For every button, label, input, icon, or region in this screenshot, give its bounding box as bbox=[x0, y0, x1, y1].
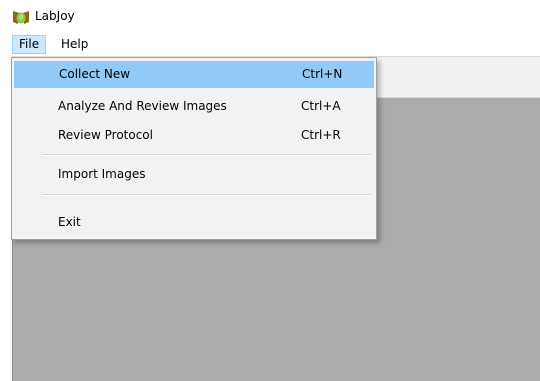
file-dropdown-menu: Collect New Ctrl+N Analyze And Review Im… bbox=[11, 57, 377, 240]
menu-item-shortcut: Ctrl+R bbox=[301, 128, 341, 142]
menu-item-label: Collect New bbox=[59, 67, 131, 81]
menu-item-label: Analyze And Review Images bbox=[58, 99, 227, 113]
menu-item-label: Review Protocol bbox=[58, 128, 153, 142]
menu-separator bbox=[42, 194, 372, 196]
menu-bar: File Help bbox=[0, 33, 540, 56]
menu-item-shortcut: Ctrl+N bbox=[302, 67, 343, 81]
menu-separator bbox=[42, 154, 372, 156]
menu-item-shortcut: Ctrl+A bbox=[301, 99, 341, 113]
labjoy-app-icon bbox=[12, 9, 30, 25]
title-bar: LabJoy bbox=[0, 0, 540, 33]
window-title: LabJoy bbox=[35, 9, 75, 23]
menu-help[interactable]: Help bbox=[55, 35, 94, 54]
menu-item-exit[interactable]: Exit bbox=[14, 209, 374, 236]
menu-item-review-protocol[interactable]: Review Protocol Ctrl+R bbox=[14, 122, 374, 149]
menu-item-import-images[interactable]: Import Images bbox=[14, 161, 374, 188]
menu-item-label: Import Images bbox=[58, 167, 146, 181]
menu-file[interactable]: File bbox=[12, 35, 47, 54]
menu-item-analyze-and-review-images[interactable]: Analyze And Review Images Ctrl+A bbox=[14, 93, 374, 120]
menu-item-collect-new[interactable]: Collect New Ctrl+N bbox=[14, 61, 374, 88]
menu-item-label: Exit bbox=[58, 215, 81, 229]
